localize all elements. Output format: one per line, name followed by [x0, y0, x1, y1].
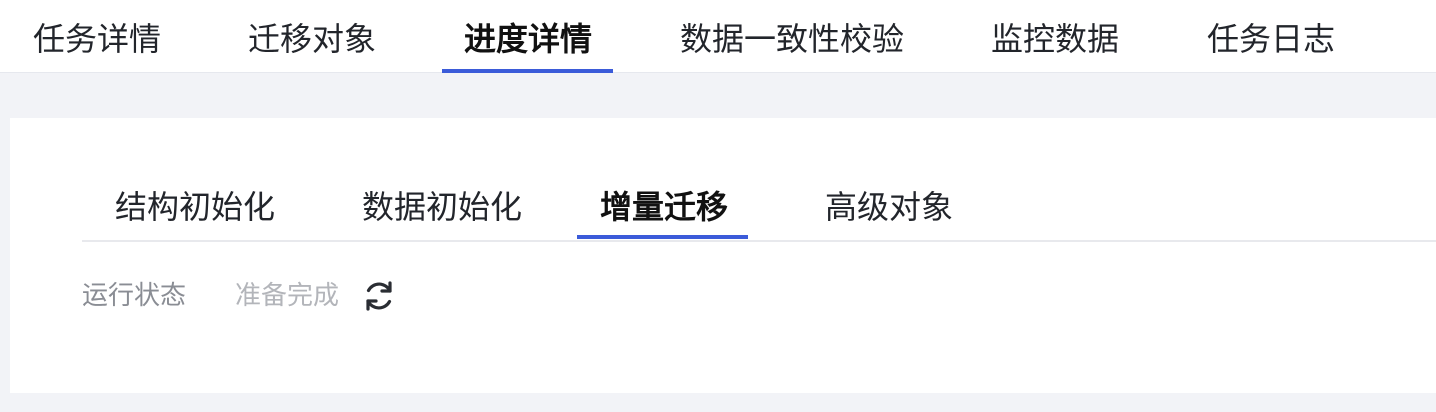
tab-task-log[interactable]: 任务日志 [1207, 0, 1335, 72]
active-subtab-indicator [577, 235, 748, 239]
tab-progress-details[interactable]: 进度详情 [464, 0, 592, 72]
top-tab-bar: 任务详情 迁移对象 进度详情 数据一致性校验 监控数据 任务日志 [0, 0, 1436, 73]
tab-migration-objects[interactable]: 迁移对象 [248, 0, 376, 72]
subtab-advanced-objects[interactable]: 高级对象 [825, 174, 953, 238]
progress-card: 结构初始化 数据初始化 增量迁移 高级对象 运行状态 准备完成 [10, 118, 1436, 393]
active-tab-indicator [442, 69, 613, 73]
subtab-incremental-migration[interactable]: 增量迁移 [600, 174, 728, 238]
refresh-icon[interactable] [361, 278, 397, 314]
status-label: 运行状态 [82, 281, 187, 311]
subtab-data-init[interactable]: 数据初始化 [362, 174, 522, 238]
tab-task-details[interactable]: 任务详情 [33, 0, 161, 72]
subtab-structure-init[interactable]: 结构初始化 [115, 174, 275, 238]
sub-tab-bar: 结构初始化 数据初始化 增量迁移 高级对象 [82, 174, 1436, 242]
tab-monitoring-data[interactable]: 监控数据 [991, 0, 1119, 72]
status-value: 准备完成 [235, 281, 340, 311]
tab-data-consistency-check[interactable]: 数据一致性校验 [680, 0, 904, 72]
